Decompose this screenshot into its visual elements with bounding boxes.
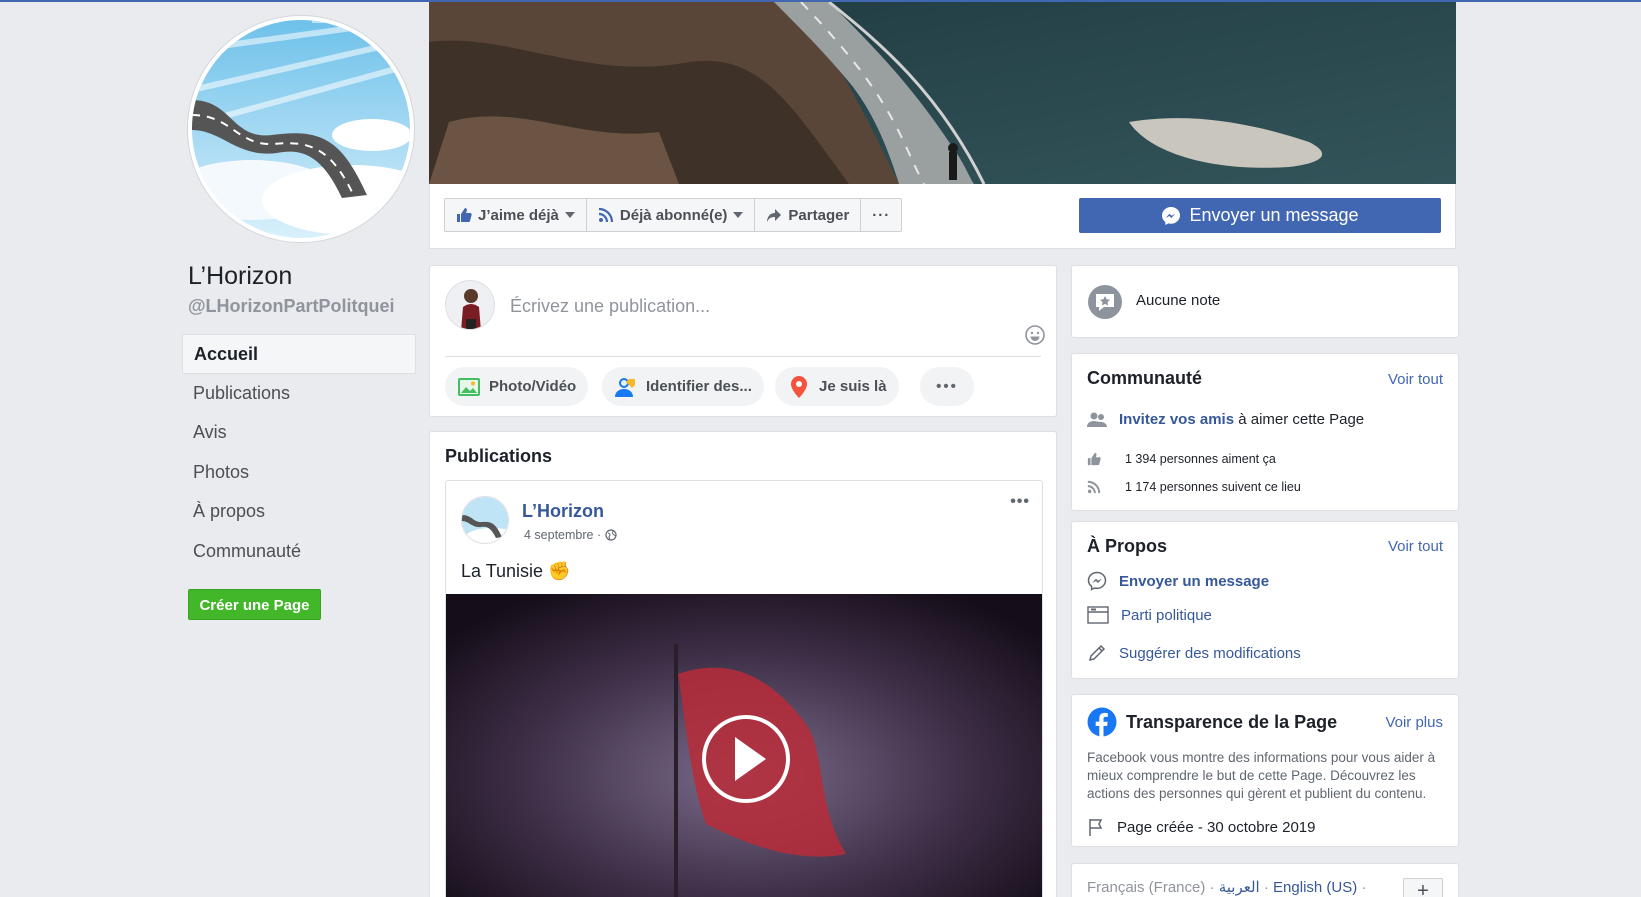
globe-icon <box>605 529 617 541</box>
community-title: Communauté <box>1087 368 1203 388</box>
community-see-all-link[interactable]: Voir tout <box>1388 371 1443 388</box>
suggest-edits-row[interactable]: Suggérer des modifications <box>1087 643 1301 663</box>
nav-item-posts[interactable]: Publications <box>182 374 416 414</box>
transparency-description: Facebook vous montre des informations po… <box>1087 750 1436 801</box>
about-category-link[interactable]: Parti politique <box>1121 607 1212 624</box>
tag-people-label: Identifier des... <box>646 378 752 395</box>
page-profile-picture[interactable] <box>188 16 414 242</box>
likes-count-row: 1 394 personnes aiment ça <box>1087 452 1276 466</box>
about-see-all-link[interactable]: Voir tout <box>1388 538 1443 555</box>
page-nav: Accueil Publications Avis Photos À propo… <box>182 334 416 571</box>
composer-input[interactable]: Écrivez une publication... <box>510 296 710 317</box>
feed-title: Publications <box>445 446 553 466</box>
messenger-icon <box>1087 571 1107 591</box>
post-video[interactable] <box>446 594 1042 897</box>
flag-icon <box>1089 819 1103 836</box>
followers-count: 1 174 personnes suivent ce lieu <box>1125 480 1301 494</box>
share-arrow-icon <box>767 209 782 222</box>
rss-icon <box>598 207 613 223</box>
about-card: À Propos Voir tout Envoyer un message Pa… <box>1071 521 1459 679</box>
location-pin-icon <box>791 375 807 398</box>
invite-friends-text: à aimer cette Page <box>1234 410 1365 428</box>
share-button-label: Partager <box>788 206 850 224</box>
post-options-button[interactable]: ••• <box>1010 493 1030 511</box>
suggest-edits-link: Suggérer des modifications <box>1119 644 1301 662</box>
notes-star-icon <box>1088 285 1122 319</box>
notes-label: Aucune note <box>1136 292 1221 309</box>
post-text: La Tunisie ✊ <box>461 561 571 581</box>
check-in-label: Je suis là <box>819 378 887 395</box>
post-card: L’Horizon 4 septembre · ••• La Tunisie ✊ <box>445 480 1043 897</box>
page-actions-bar: J’aime déjà Déjà abonné(e) Partager ··· … <box>429 184 1456 249</box>
follow-button[interactable]: Déjà abonné(e) <box>587 199 756 231</box>
invite-friends-row: Invitez vos amis à aimer cette Page <box>1087 409 1364 429</box>
tag-people-button[interactable]: Identifier des... <box>602 367 764 406</box>
post-timestamp[interactable]: 4 septembre · <box>524 528 617 542</box>
like-button-label: J’aime déjà <box>478 206 559 224</box>
create-page-button[interactable]: Créer une Page <box>188 589 321 620</box>
check-in-button[interactable]: Je suis là <box>775 367 899 406</box>
about-message-link: Envoyer un message <box>1119 572 1270 590</box>
nav-item-about[interactable]: À propos <box>182 492 416 532</box>
chevron-down-icon <box>733 212 744 218</box>
add-language-button[interactable]: + <box>1403 878 1443 897</box>
more-dots-icon: ••• <box>936 378 958 395</box>
send-message-label: Envoyer un message <box>1189 205 1359 225</box>
follow-button-label: Déjà abonné(e) <box>619 206 728 224</box>
transparency-see-more-link[interactable]: Voir plus <box>1385 714 1443 731</box>
language-arabic[interactable]: العربية <box>1219 879 1260 896</box>
page-username: @LHorizonPartPolitquei <box>188 296 395 316</box>
pencil-icon <box>1088 644 1106 662</box>
photo-video-label: Photo/Vidéo <box>489 378 577 395</box>
publications-feed: Publications L’Horizon 4 septembre · •••… <box>429 431 1057 897</box>
user-avatar <box>445 280 495 330</box>
chevron-down-icon <box>564 212 575 218</box>
page-created-date: Page créée - 30 octobre 2019 <box>1117 818 1316 836</box>
nav-item-community[interactable]: Communauté <box>182 532 416 572</box>
like-button[interactable]: J’aime déjà <box>445 199 587 231</box>
post-author-avatar[interactable] <box>461 496 509 544</box>
language-french[interactable]: Français (France) <box>1087 879 1205 896</box>
cover-photo[interactable] <box>429 2 1456 184</box>
nav-item-photos[interactable]: Photos <box>182 453 416 493</box>
post-composer: Écrivez une publication... Photo/Vidéo I… <box>429 265 1057 417</box>
facebook-logo-icon <box>1087 707 1117 737</box>
about-message-row[interactable]: Envoyer un message <box>1087 571 1269 591</box>
languages-card: Français (France) · العربية · English (U… <box>1071 863 1459 897</box>
post-author-name[interactable]: L’Horizon <box>522 501 604 522</box>
notes-card: Aucune note <box>1071 265 1459 338</box>
friends-icon <box>1087 412 1107 427</box>
language-english[interactable]: English (US) <box>1273 879 1357 896</box>
page-action-buttons: J’aime déjà Déjà abonné(e) Partager ··· <box>444 198 903 232</box>
likes-count: 1 394 personnes aiment ça <box>1125 452 1276 466</box>
tag-people-icon <box>615 377 635 397</box>
language-list: Français (France) · العربية · English (U… <box>1087 879 1367 896</box>
send-message-button[interactable]: Envoyer un message <box>1079 198 1441 233</box>
rss-icon <box>1087 480 1101 494</box>
more-actions-button[interactable]: ··· <box>861 199 901 231</box>
nav-item-home[interactable]: Accueil <box>182 334 416 374</box>
transparency-card: Transparence de la Page Voir plus Facebo… <box>1071 694 1459 847</box>
composer-more-button[interactable]: ••• <box>920 367 974 406</box>
transparency-title: Transparence de la Page <box>1126 712 1338 732</box>
category-icon <box>1087 606 1109 624</box>
invite-friends-link[interactable]: Invitez vos amis <box>1119 411 1234 428</box>
about-title: À Propos <box>1087 536 1168 556</box>
about-category-row: Parti politique <box>1087 606 1212 624</box>
nav-item-reviews[interactable]: Avis <box>182 413 416 453</box>
community-card: Communauté Voir tout Invitez vos amis à … <box>1071 353 1459 511</box>
followers-count-row: 1 174 personnes suivent ce lieu <box>1087 480 1301 494</box>
messenger-icon <box>1162 206 1181 225</box>
thumbs-up-icon <box>457 208 472 222</box>
photo-icon <box>458 377 480 396</box>
photo-video-button[interactable]: Photo/Vidéo <box>445 367 589 406</box>
page-created-row: Page créée - 30 octobre 2019 <box>1087 817 1315 837</box>
more-dots-icon: ··· <box>872 206 891 224</box>
thumbs-up-icon <box>1087 452 1101 466</box>
composer-divider <box>445 356 1041 357</box>
emoji-icon[interactable] <box>1024 324 1046 346</box>
page-name: L’Horizon <box>188 262 293 290</box>
share-button[interactable]: Partager <box>755 199 862 231</box>
